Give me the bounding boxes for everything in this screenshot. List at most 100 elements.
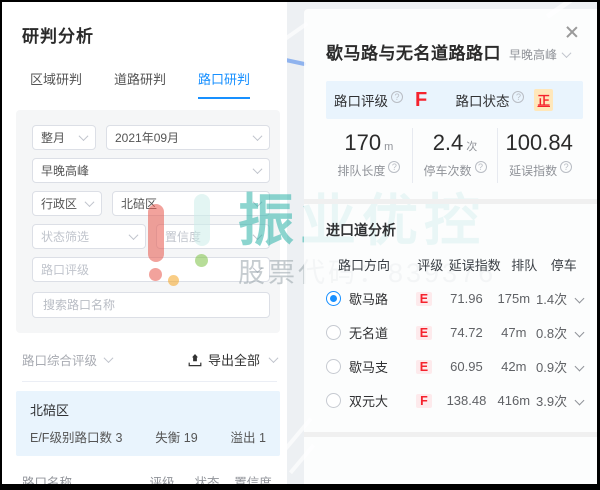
district-summary-card[interactable]: 北碚区 E/F级别路口数 3 失衡 19 溢出 1: [16, 391, 280, 456]
help-icon[interactable]: ?: [388, 161, 401, 173]
stop-count-value: 2.4: [432, 130, 464, 155]
grade-badge: E: [415, 292, 433, 306]
delay-index-label: 延误指数: [509, 163, 558, 178]
stops-value: 3.9次: [536, 394, 568, 409]
period-type-value: 整月: [41, 131, 66, 145]
stops-value: 0.8次: [536, 326, 568, 341]
tab-road-analysis[interactable]: 道路研判: [114, 69, 166, 99]
chevron-down-icon: [78, 131, 89, 142]
chevron-down-icon: [128, 230, 139, 241]
ef-count-stat: E/F级别路口数 3: [30, 431, 123, 445]
delay-value: 71.96: [450, 291, 483, 306]
radio-icon[interactable]: [326, 359, 341, 374]
col-delay: 延误指数: [448, 258, 501, 273]
approach-row[interactable]: 无名道 E 74.72 47m 0.8次: [326, 323, 585, 342]
delay-value: 60.95: [450, 359, 483, 374]
intersection-detail-card: 歇马路与无名道路路口 早晚高峰 路口评级 ? F 路口状态 ? 正 170 m 排…: [304, 9, 597, 484]
radio-selected-icon[interactable]: [326, 291, 341, 306]
rating-select[interactable]: 路口评级: [32, 257, 270, 282]
direction-name: 歇马支: [349, 360, 389, 375]
rating-group: 路口评级 ? F: [334, 89, 427, 112]
composite-rating-label: 路口综合评级: [22, 354, 98, 368]
stops-value: 1.4次: [536, 292, 568, 307]
col-direction: 路口方向: [338, 258, 391, 273]
status-label: 路口状态: [455, 94, 510, 109]
upload-icon: [188, 353, 202, 366]
composite-rating-select[interactable]: 路口综合评级: [22, 350, 114, 369]
delay-value: 138.48: [446, 393, 487, 408]
approach-row[interactable]: 歇马路 E 71.96 175m 1.4次: [326, 289, 585, 308]
help-icon[interactable]: ?: [560, 161, 573, 173]
peak-period-select[interactable]: 早晚高峰: [509, 46, 572, 63]
stop-count-unit: 次: [466, 141, 478, 153]
help-icon[interactable]: ?: [474, 161, 487, 173]
peak-period-value: 早晚高峰: [509, 48, 558, 62]
export-all-button[interactable]: 导出全部: [188, 350, 279, 369]
stop-count-stat: 2.4 次 停车次数?: [411, 128, 498, 183]
chevron-down-icon: [561, 48, 572, 59]
analysis-sidebar: 研判分析 区域研判 道路研判 路口研判 整月 2021年09月 早晚高峰 行政区…: [2, 2, 287, 484]
kpi-stats-row: 170 m 排队长度? 2.4 次 停车次数? 100.84 延误指数?: [326, 128, 583, 183]
queue-length-label: 排队长度: [337, 163, 386, 178]
list-toolbar: 路口综合评级 导出全部: [22, 350, 279, 369]
district-select[interactable]: 北碚区: [112, 191, 270, 216]
approach-row[interactable]: 歇马支 E 60.95 42m 0.9次: [326, 357, 585, 376]
month-select[interactable]: 2021年09月: [106, 125, 270, 150]
period-type-select[interactable]: 整月: [32, 125, 96, 150]
rating-label: 路口评级: [334, 94, 388, 109]
tab-region-analysis[interactable]: 区域研判: [30, 69, 82, 99]
app-window: 研判分析 区域研判 道路研判 路口研判 整月 2021年09月 早晚高峰 行政区…: [2, 2, 597, 484]
approach-analysis-title: 进口道分析: [326, 222, 396, 238]
district-type-select[interactable]: 行政区: [32, 191, 102, 216]
search-input[interactable]: [32, 292, 270, 318]
chevron-down-icon: [268, 353, 279, 364]
tab-intersection-analysis[interactable]: 路口研判: [198, 69, 251, 99]
grade-badge: E: [415, 326, 433, 340]
intersection-table-header: 路口名称 评级 状态 置信度: [22, 472, 277, 484]
page-title: 研判分析: [22, 27, 94, 46]
chevron-down-icon[interactable]: [574, 327, 585, 338]
radio-icon[interactable]: [326, 325, 341, 340]
tab-bar: 区域研判 道路研判 路口研判: [30, 69, 287, 99]
help-icon[interactable]: ?: [391, 91, 403, 103]
chevron-down-icon: [252, 230, 263, 241]
radio-icon[interactable]: [326, 393, 341, 408]
rating-status-box: 路口评级 ? F 路口状态 ? 正: [326, 81, 583, 119]
queue-length-stat: 170 m 排队长度?: [326, 128, 412, 183]
chevron-down-icon[interactable]: [574, 395, 585, 406]
chevron-down-icon: [252, 131, 263, 142]
confidence-placeholder: 置信度: [165, 230, 202, 244]
export-all-label: 导出全部: [207, 353, 260, 368]
grade-badge: F: [416, 394, 432, 408]
peak-value: 早晚高峰: [41, 164, 90, 178]
month-value: 2021年09月: [115, 131, 180, 145]
detail-title-row: 歇马路与无名道路路口 早晚高峰: [326, 39, 583, 64]
delay-value: 74.72: [450, 325, 483, 340]
approach-row[interactable]: 双元大 F 138.48 416m 3.9次: [326, 391, 585, 410]
help-icon[interactable]: ?: [512, 91, 525, 103]
direction-name: 双元大: [349, 394, 389, 409]
chevron-down-icon: [252, 263, 263, 274]
rating-placeholder: 路口评级: [41, 263, 90, 277]
filter-panel: 整月 2021年09月 早晚高峰 行政区 北碚区 状态筛选 置信度 路口评级 搜…: [16, 110, 280, 333]
peak-select[interactable]: 早晚高峰: [32, 158, 270, 183]
delay-index-stat: 100.84 延误指数?: [497, 128, 583, 183]
confidence-select[interactable]: 置信度: [156, 224, 270, 249]
queue-length-unit: m: [384, 141, 394, 153]
district-name: 北碚区: [30, 403, 70, 418]
direction-name: 歇马路: [349, 292, 389, 307]
direction-name: 无名道: [349, 326, 389, 341]
detail-title: 歇马路与无名道路路口: [326, 44, 501, 63]
status-badge: 正: [534, 89, 553, 111]
col-name: 路口名称: [22, 476, 73, 484]
chevron-down-icon[interactable]: [574, 361, 585, 372]
chevron-down-icon: [252, 164, 263, 175]
status-filter-select[interactable]: 状态筛选: [32, 224, 146, 249]
col-stops: 停车: [550, 258, 577, 273]
chevron-down-icon: [252, 197, 263, 208]
col-grade: 评级: [417, 258, 444, 273]
close-icon[interactable]: [565, 25, 579, 39]
queue-value: 416m: [497, 393, 531, 408]
chevron-down-icon[interactable]: [574, 293, 585, 304]
queue-value: 42m: [501, 359, 527, 374]
